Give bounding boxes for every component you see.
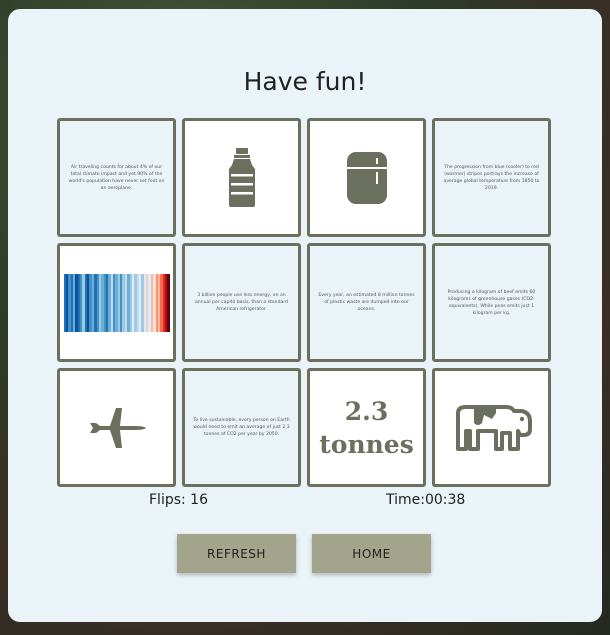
card-fact-plastic[interactable]: Every year, an estimated 8 million tonne… bbox=[307, 243, 426, 362]
card-text: Every year, an estimated 8 million tonne… bbox=[318, 293, 415, 312]
card-fridge[interactable] bbox=[307, 118, 426, 237]
page-title: Have fun! bbox=[243, 67, 367, 96]
airplane-icon bbox=[89, 407, 146, 448]
home-button[interactable]: HOME bbox=[312, 534, 431, 573]
card-tonnes[interactable]: 2.3 tonnes bbox=[307, 368, 426, 487]
card-fact-energy[interactable]: 3 billion people use less energy, on an … bbox=[182, 243, 301, 362]
card-fact-beef[interactable]: Producing a kilogram of beef emits 60 ki… bbox=[432, 243, 551, 362]
card-bottle[interactable] bbox=[182, 118, 301, 237]
refrigerator-icon bbox=[346, 151, 387, 204]
card-grid: Air traveling counts for about 4% of our… bbox=[57, 118, 551, 487]
flips-counter: Flips: 16 bbox=[149, 492, 208, 508]
cow-icon bbox=[455, 404, 532, 451]
card-big-unit: tonnes bbox=[319, 429, 414, 459]
card-text: To live sustainable, every person on Ear… bbox=[193, 418, 290, 437]
card-cow[interactable] bbox=[432, 368, 551, 487]
card-text: The progression from blue (cooler) to re… bbox=[443, 164, 540, 191]
plastic-bottle-icon bbox=[228, 147, 255, 207]
card-text: Air traveling counts for about 4% of our… bbox=[68, 164, 165, 191]
warming-stripes-image bbox=[63, 273, 170, 332]
time-display: Time:00:38 bbox=[386, 492, 466, 508]
game-panel: Have fun! Air traveling counts for about… bbox=[8, 9, 602, 622]
card-text: Producing a kilogram of beef emits 60 ki… bbox=[447, 289, 536, 316]
card-fact-sustainable[interactable]: To live sustainable, every person on Ear… bbox=[182, 368, 301, 487]
card-text: 3 billion people use less energy, on an … bbox=[194, 293, 289, 312]
card-fact-air-travel[interactable]: Air traveling counts for about 4% of our… bbox=[57, 118, 176, 237]
card-warming-stripes[interactable] bbox=[57, 243, 176, 362]
card-big-number: 2.3 bbox=[344, 396, 389, 426]
card-fact-stripes[interactable]: The progression from blue (cooler) to re… bbox=[432, 118, 551, 237]
card-big-text: 2.3 tonnes bbox=[319, 395, 414, 461]
card-airplane[interactable] bbox=[57, 368, 176, 487]
refresh-button[interactable]: REFRESH bbox=[177, 534, 296, 573]
